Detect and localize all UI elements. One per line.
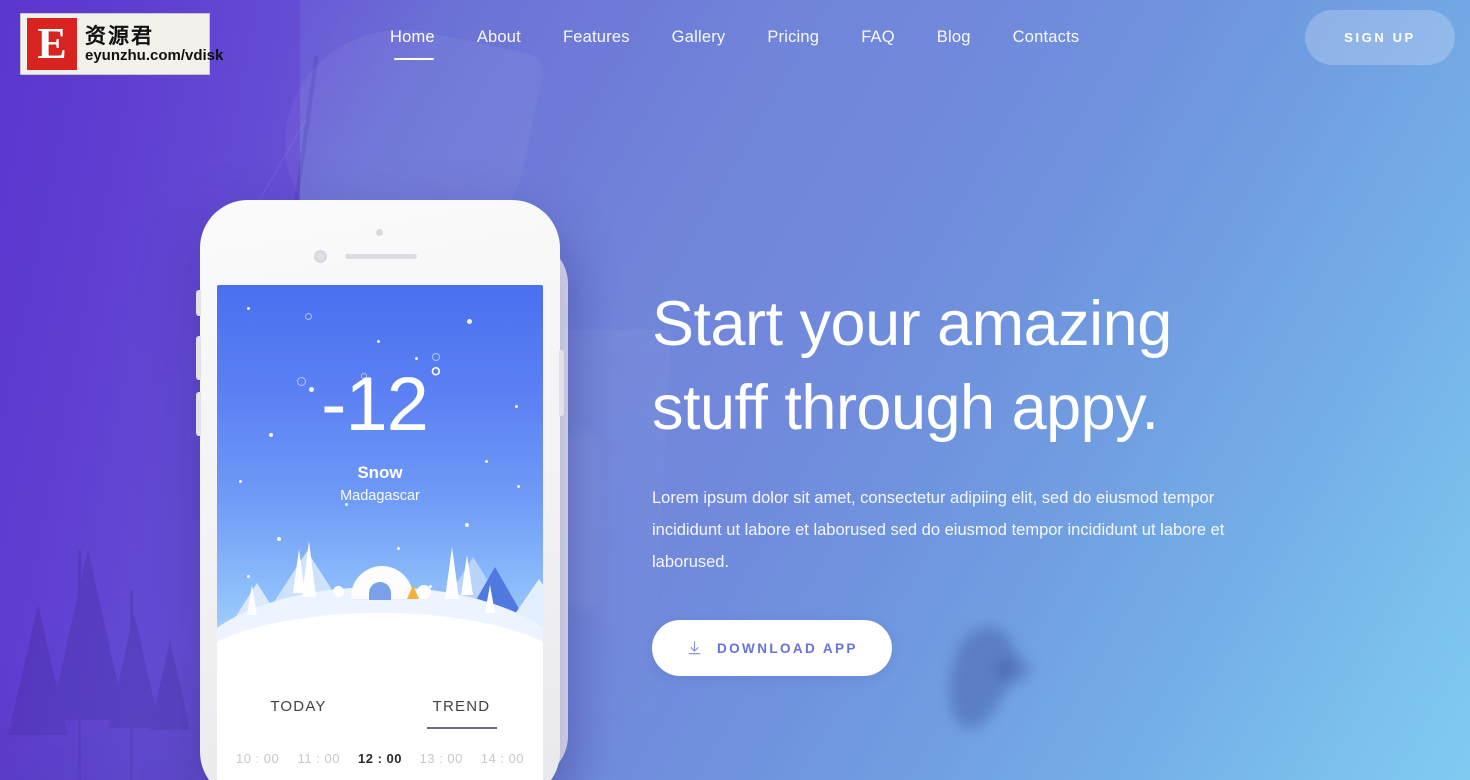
weather-temperature: -12° (217, 363, 543, 443)
sign-up-button[interactable]: SIGN UP (1305, 10, 1455, 65)
phone-mockup-primary: -12° Snow Madagascar TODAY TREND 10: 00… (196, 200, 564, 780)
nav-item-gallery[interactable]: Gallery (651, 28, 747, 47)
weather-temperature-value: -12 (321, 362, 429, 447)
hero-description: Lorem ipsum dolor sit amet, consectetur … (652, 489, 1225, 571)
igloo-door (369, 582, 391, 600)
phone-volume-down-button (196, 392, 201, 436)
nav-item-pricing[interactable]: Pricing (746, 28, 840, 47)
weather-location: Madagascar (340, 488, 420, 504)
time-label-13[interactable]: 13 : 00 (411, 751, 472, 766)
tab-trend[interactable]: TREND (380, 698, 543, 715)
phone-screen: -12° Snow Madagascar TODAY TREND 10: 00… (217, 285, 543, 780)
phone-sensor-icon (314, 250, 327, 263)
page-title: Start your amazing stuff through appy. (652, 282, 1292, 450)
watermark-url: eyunzhu.com/vdisk (85, 46, 224, 64)
nav-item-blog[interactable]: Blog (916, 28, 992, 47)
phone-camera-icon (376, 229, 383, 236)
nav-item-about[interactable]: About (456, 28, 542, 47)
watermark-brand-name: 资源君 (85, 23, 154, 48)
time-label-12[interactable]: 12 : 00 (349, 751, 410, 766)
phone-power-button (559, 350, 564, 416)
weather-condition: Snow (357, 463, 403, 482)
hero-content: Start your amazing stuff through appy. L… (652, 282, 1292, 676)
nav-item-faq[interactable]: FAQ (840, 28, 916, 47)
download-app-button[interactable]: DOWNLOAD APP (652, 620, 892, 676)
hero-title-line-2: stuff through appy. (652, 373, 1159, 443)
nav-item-contacts[interactable]: Contacts (992, 28, 1101, 47)
phone-mute-switch (196, 290, 201, 316)
tab-today[interactable]: TODAY (217, 698, 380, 715)
watermark-letter-box: E (27, 18, 77, 70)
page-stage: Home About Features Gallery Pricing FAQ … (0, 0, 1470, 780)
app-tab-bar: TODAY TREND (217, 675, 543, 737)
time-label-11[interactable]: 11 : 00 (288, 751, 349, 766)
nav-item-home[interactable]: Home (390, 28, 456, 60)
nav-item-features[interactable]: Features (542, 28, 651, 47)
download-app-label: DOWNLOAD APP (717, 640, 858, 656)
hero-title-line-1: Start your amazing (652, 289, 1172, 359)
watermark-logo: E 资源君 eyunzhu.com/vdisk (20, 13, 223, 75)
hourly-time-row: 10 : 00 11 : 00 12 : 00 13 : 00 14 : 00 (217, 737, 543, 766)
weather-degree-symbol: ° (429, 361, 442, 395)
time-label-10[interactable]: 10 : 00 (227, 751, 288, 766)
weather-panel: -12° Snow Madagascar (217, 285, 543, 675)
main-navigation: Home About Features Gallery Pricing FAQ … (390, 28, 1101, 60)
download-icon (688, 640, 701, 654)
time-label-14[interactable]: 14 : 00 (472, 751, 533, 766)
phone-speaker-grille (345, 254, 417, 259)
phone-volume-up-button (196, 336, 201, 380)
watermark-letter: E (37, 19, 67, 68)
